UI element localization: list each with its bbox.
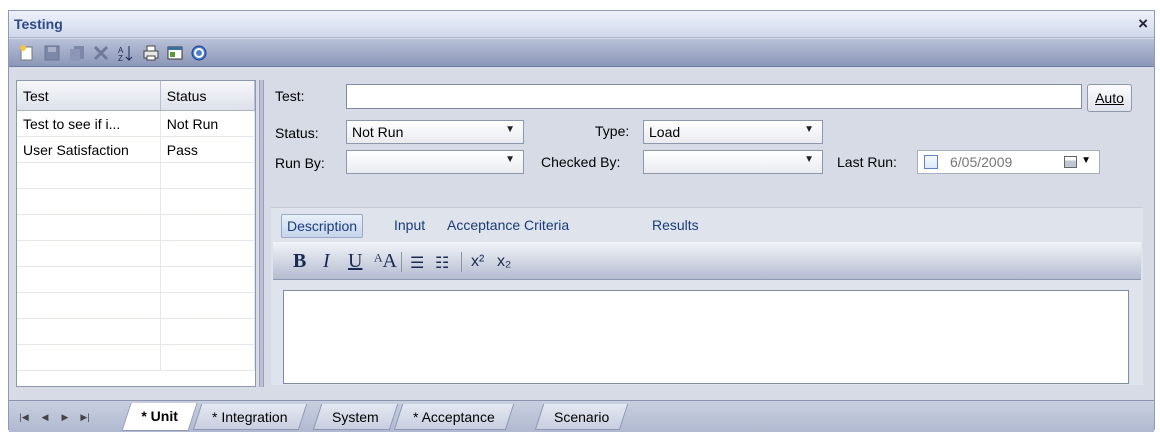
previous-tab-icon[interactable]: ◀ [36, 410, 54, 425]
tab-acceptance-label: * Acceptance [413, 409, 495, 425]
test-status-cell: Pass [161, 137, 255, 162]
font-color-icon[interactable]: ᴬA [374, 250, 397, 273]
tab-results[interactable]: Results [647, 214, 704, 238]
print-icon[interactable] [141, 43, 161, 63]
run-by-label: Run By: [275, 155, 325, 171]
chevron-down-icon: ▼ [505, 154, 515, 165]
window-title: Testing [14, 16, 63, 32]
bold-button[interactable]: B [293, 250, 306, 273]
copy-icon[interactable] [67, 43, 87, 63]
test-list: Test Status Test to see if i... Not Run … [16, 80, 256, 387]
tab-integration-label: * Integration [212, 409, 288, 425]
auto-button-label: Auto [1095, 90, 1124, 106]
table-row[interactable]: User Satisfaction Pass [17, 137, 255, 163]
tab-scenario[interactable]: Scenario [534, 404, 629, 430]
tab-unit-label: * Unit [141, 408, 178, 424]
title-bar: Testing × [9, 11, 1154, 38]
tab-integration[interactable]: * Integration [192, 404, 307, 430]
table-row[interactable]: Test to see if i... Not Run [17, 111, 255, 137]
test-status-cell: Not Run [161, 111, 255, 136]
chevron-down-icon: ▼ [804, 154, 814, 165]
calendar-icon[interactable] [1064, 156, 1077, 168]
testing-window: Testing × AZ Test Status Test to see if … [8, 10, 1155, 432]
checked-by-label: Checked By: [541, 154, 621, 170]
chevron-down-icon[interactable]: ▼ [1081, 155, 1091, 166]
format-toolbar: B I U ᴬA ☰ ☷ x² x₂ [273, 242, 1141, 280]
separator [401, 252, 402, 272]
chevron-down-icon: ▼ [804, 124, 814, 135]
subscript-icon[interactable]: x₂ [497, 253, 511, 271]
description-editor[interactable] [283, 290, 1129, 384]
tab-system-label: System [332, 409, 379, 425]
last-run-label: Last Run: [837, 154, 897, 170]
italic-button[interactable]: I [323, 250, 330, 273]
next-tab-icon[interactable]: ▶ [56, 410, 74, 425]
save-icon[interactable] [42, 43, 62, 63]
auto-button[interactable]: Auto [1087, 84, 1132, 112]
table-row-empty [17, 267, 255, 293]
type-select-value: Load [649, 124, 681, 140]
toolbar: AZ [9, 39, 1154, 67]
type-label: Type: [595, 123, 630, 139]
status-select-value: Not Run [352, 124, 404, 140]
last-run-checkbox[interactable] [924, 155, 938, 169]
checked-by-select[interactable]: ▼ [643, 150, 823, 174]
sort-icon[interactable]: AZ [116, 43, 136, 63]
type-select[interactable]: Load ▼ [643, 120, 823, 144]
first-tab-icon[interactable]: |◀ [15, 410, 33, 425]
bullet-list-icon[interactable]: ☰ [410, 253, 424, 273]
chevron-down-icon: ▼ [505, 124, 515, 135]
test-list-header: Test Status [17, 81, 255, 111]
test-name-cell: Test to see if i... [17, 111, 161, 136]
run-by-select[interactable]: ▼ [346, 150, 524, 174]
new-icon[interactable] [17, 43, 37, 63]
svg-text:Z: Z [118, 54, 123, 62]
tab-description[interactable]: Description [281, 214, 364, 238]
test-name-cell: User Satisfaction [17, 137, 161, 162]
tab-acceptance[interactable]: * Acceptance [393, 404, 514, 430]
close-button[interactable]: × [1138, 14, 1148, 34]
tab-input[interactable]: Input [389, 214, 430, 238]
superscript-icon[interactable]: x² [471, 253, 484, 271]
separator [461, 252, 462, 272]
table-row-empty [17, 241, 255, 267]
status-select[interactable]: Not Run ▼ [346, 120, 524, 144]
table-row-empty [17, 215, 255, 241]
table-row-empty [17, 189, 255, 215]
tab-acceptance-criteria[interactable]: Acceptance Criteria [442, 214, 574, 238]
help-icon[interactable] [189, 43, 209, 63]
table-row-empty [17, 319, 255, 345]
tab-scenario-label: Scenario [554, 409, 610, 425]
underline-button[interactable]: U [348, 250, 362, 273]
bottom-tab-bar: |◀ ◀ ▶ ▶| * Unit * Integration System * … [9, 400, 1154, 432]
properties-icon[interactable] [165, 43, 185, 63]
table-row-empty [17, 293, 255, 319]
last-run-date-picker[interactable]: 6/05/2009 ▼ [917, 150, 1100, 174]
test-details-panel: Test: Auto Status: Not Run ▼ Type: Load … [267, 80, 1147, 387]
table-row-empty [17, 163, 255, 189]
tab-unit[interactable]: * Unit [121, 403, 198, 431]
test-name-input[interactable] [346, 84, 1082, 109]
last-tab-icon[interactable]: ▶| [76, 410, 94, 425]
pane-splitter[interactable] [259, 80, 264, 387]
tab-system[interactable]: System [312, 404, 398, 430]
table-row-empty [17, 345, 255, 371]
last-run-date: 6/05/2009 [950, 154, 1013, 170]
column-header-status[interactable]: Status [161, 81, 255, 110]
column-header-test[interactable]: Test [17, 81, 161, 110]
delete-icon[interactable] [91, 43, 111, 63]
test-label: Test: [275, 88, 305, 104]
detail-tabs-area: Description Input Acceptance Criteria Re… [271, 207, 1143, 385]
numbered-list-icon[interactable]: ☷ [435, 253, 449, 273]
status-label: Status: [275, 125, 319, 141]
